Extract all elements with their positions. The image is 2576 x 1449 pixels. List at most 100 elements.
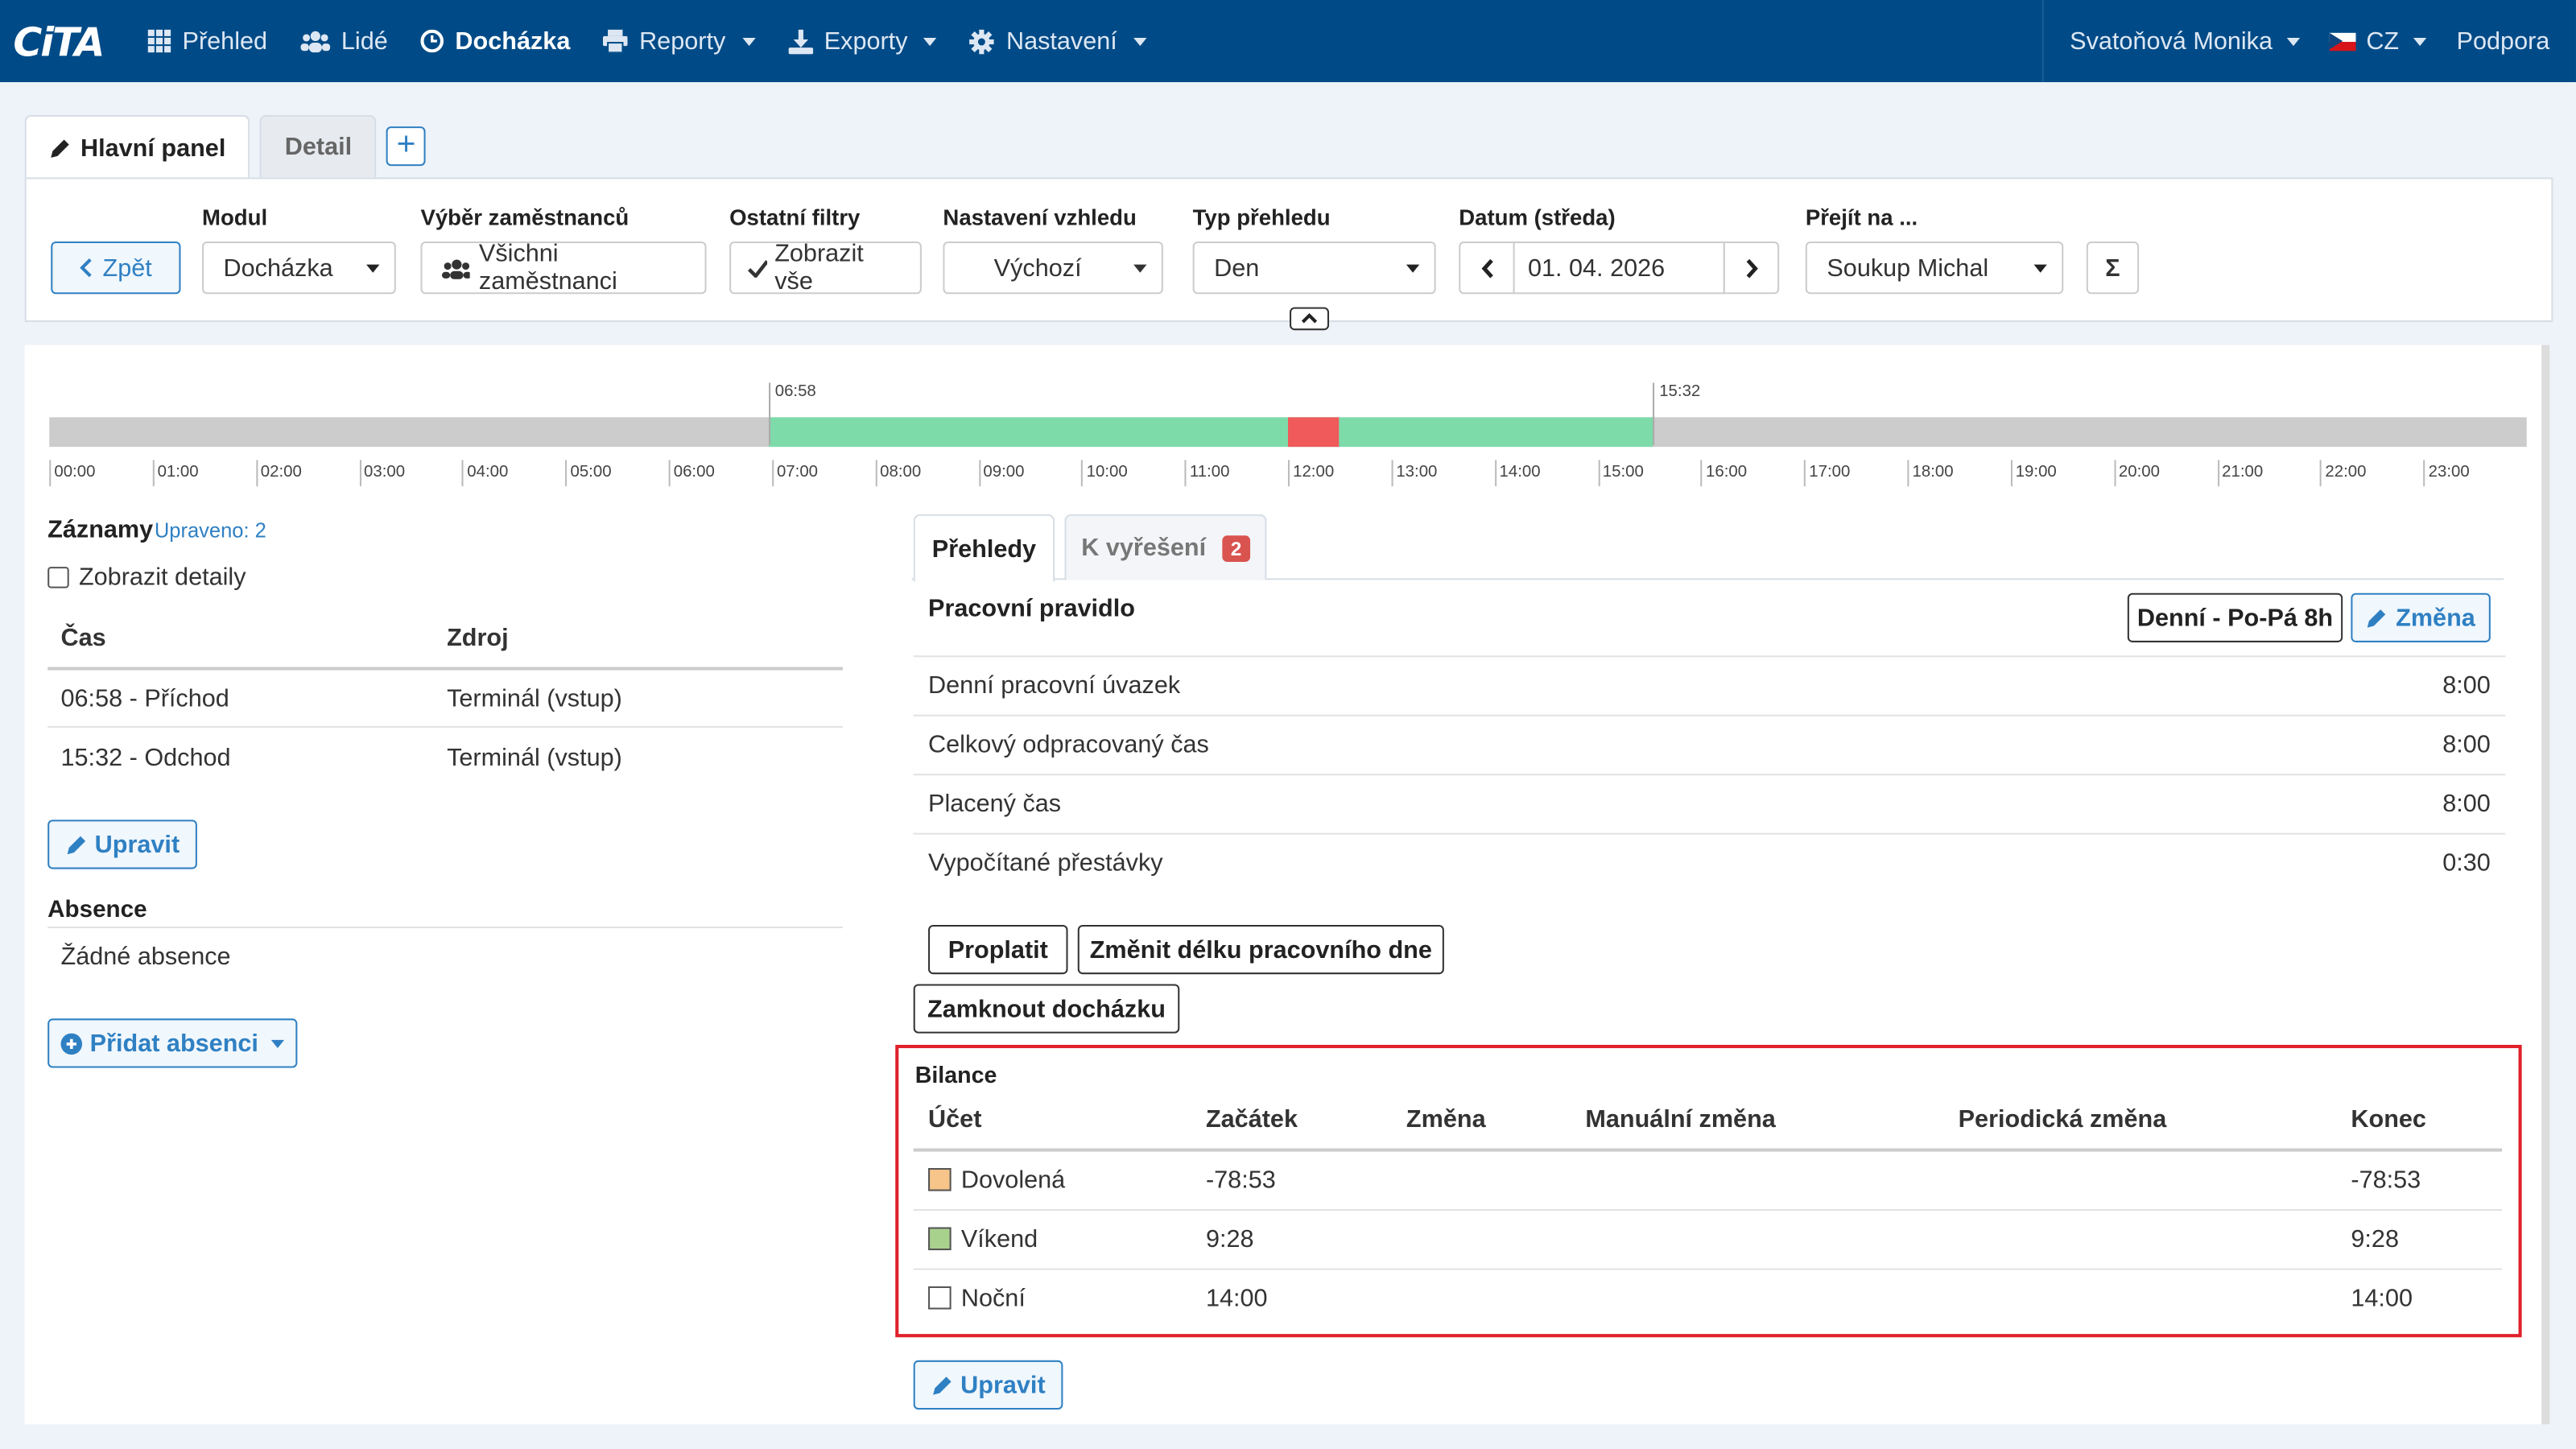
timeline-hour-tick: 23:00: [2423, 460, 2470, 487]
nav-item-exporty[interactable]: Exporty: [787, 27, 938, 56]
show-details-checkbox[interactable]: [47, 567, 69, 588]
balance-title: Bilance: [914, 1061, 997, 1088]
change-day-length-button[interactable]: Změnit délku pracovního dne: [1077, 924, 1444, 975]
timeline-end-label: 15:32: [1659, 382, 1701, 401]
tab-label: Hlavní panel: [80, 134, 226, 163]
timeline-hour-tick: 05:00: [565, 460, 612, 487]
chevron-down-icon: [741, 36, 756, 46]
content-area: 06:58 15:32 00:00 01:00 02:00 03:00 04:00 05:…: [24, 345, 2550, 1425]
other-filters-button[interactable]: Zobrazit vše: [729, 240, 922, 295]
timeline-hour-tick: 10:00: [1081, 460, 1128, 487]
lock-attendance-button[interactable]: Zamknout docházku: [913, 984, 1180, 1034]
module-select[interactable]: Docházka: [202, 241, 396, 295]
unresolved-count-badge: 2: [1222, 535, 1250, 561]
chevron-down-icon: [271, 1038, 285, 1048]
edit-records-button[interactable]: Upravit: [47, 819, 197, 869]
tab-main-panel[interactable]: Hlavní panel: [24, 114, 250, 181]
balance-end: 14:00: [2351, 1284, 2413, 1313]
pencil-icon: [2368, 609, 2386, 627]
chevron-left-icon: [80, 258, 93, 278]
pencil-icon: [51, 139, 69, 158]
timeline-hour-tick: 22:00: [2320, 460, 2366, 487]
app-logo[interactable]: CiTA: [13, 19, 105, 65]
panel-tabs: Hlavní panel Detail +: [24, 114, 427, 181]
download-icon: [787, 28, 813, 54]
employees-button[interactable]: Všichni zaměstnanci: [420, 240, 707, 295]
col-time-header: Čas: [60, 624, 106, 653]
top-navbar: CiTA Přehled Lidé Docházka Reporty Expor…: [0, 0, 2576, 83]
balance-col-manual: Manuální změna: [1585, 1105, 1776, 1134]
work-rule-button[interactable]: Denní - Po-Pá 8h: [2127, 592, 2343, 642]
timeline-start-marker: 06:58: [768, 382, 816, 446]
collapse-filters-button[interactable]: [1290, 307, 1330, 331]
date-input[interactable]: 01. 04. 2026: [1513, 241, 1725, 295]
tab-to-resolve[interactable]: K vyřešení 2: [1064, 514, 1267, 580]
nav-item-dochazka[interactable]: Docházka: [420, 27, 570, 55]
divider: [913, 655, 2506, 658]
sum-button[interactable]: Σ: [2086, 241, 2140, 295]
tab-detail[interactable]: Detail: [260, 114, 377, 178]
stat-label: Vypočítané přestávky: [928, 849, 1163, 877]
goto-value: Soukup Michal: [1827, 254, 1989, 282]
language-menu[interactable]: CZ: [2326, 0, 2453, 82]
balance-end: -78:53: [2351, 1166, 2421, 1195]
plus-circle-icon: [60, 1032, 82, 1055]
stat-value: 0:30: [2442, 849, 2491, 877]
pay-out-button[interactable]: Proplatit: [928, 924, 1068, 975]
record-source: Terminál (vstup): [447, 685, 622, 713]
nav-label: Exporty: [824, 27, 908, 56]
nav-item-nastaveni[interactable]: Nastavení: [970, 27, 1147, 55]
add-absence-button[interactable]: Přidat absenci: [47, 1018, 298, 1068]
divider: [47, 667, 843, 671]
divider: [47, 726, 843, 729]
pencil-icon: [932, 1376, 951, 1394]
timeline-work-segment: [768, 417, 1653, 448]
previous-day-button[interactable]: [1459, 241, 1515, 295]
stat-label: Placený čas: [928, 790, 1062, 819]
divider: [913, 1209, 2503, 1212]
nav-item-prehled[interactable]: Přehled: [147, 27, 267, 55]
balance-col-start: Začátek: [1205, 1105, 1298, 1134]
nav-item-lide[interactable]: Lidé: [299, 27, 388, 55]
scrollbar[interactable]: [2541, 345, 2550, 1425]
nav-label: Reporty: [639, 27, 726, 56]
balance-col-end: Konec: [2351, 1105, 2426, 1134]
edit-balance-button[interactable]: Upravit: [913, 1360, 1063, 1410]
col-source-header: Zdroj: [447, 624, 509, 653]
account-color-swatch: [928, 1168, 952, 1191]
other-filters-label: Ostatní filtry: [729, 205, 861, 230]
users-icon: [299, 31, 330, 53]
edit-label: Upravit: [960, 1371, 1046, 1399]
filter-panel: Zpět Modul Docházka Výběr zaměstnanců Vš…: [24, 177, 2553, 331]
records-modified-link[interactable]: Upraveno: 2: [155, 519, 266, 543]
account-color-swatch: [928, 1227, 952, 1251]
overview-type-label: Typ přehledu: [1192, 205, 1331, 230]
timeline-hour-tick: 13:00: [1391, 460, 1437, 487]
timeline-hour-tick: 17:00: [1804, 460, 1850, 487]
timeline-hour-tick: 01:00: [152, 460, 199, 487]
balance-highlight-box: [895, 1044, 2522, 1338]
back-button[interactable]: Zpět: [51, 241, 181, 295]
dropdown-arrow-icon: [366, 264, 380, 273]
edit-label: Upravit: [94, 830, 180, 859]
nav-item-reporty[interactable]: Reporty: [603, 27, 756, 56]
balance-account: Noční: [960, 1284, 1026, 1313]
change-label: Změna: [2396, 603, 2475, 632]
change-rule-button[interactable]: Změna: [2351, 592, 2491, 642]
user-menu[interactable]: Svatoňová Monika: [2041, 0, 2326, 83]
view-settings-select[interactable]: Výchozí: [943, 241, 1163, 295]
timeline-bar: [49, 417, 2527, 448]
stat-value: 8:00: [2442, 790, 2491, 819]
chevron-down-icon: [2413, 36, 2427, 46]
next-day-button[interactable]: [1723, 241, 1780, 295]
support-link[interactable]: Podpora: [2453, 0, 2575, 82]
back-label: Zpět: [102, 254, 152, 282]
goto-select[interactable]: Soukup Michal: [1805, 241, 2064, 295]
overview-type-select[interactable]: Den: [1192, 241, 1436, 295]
record-time: 06:58 - Příchod: [60, 685, 229, 713]
balance-start: -78:53: [1205, 1166, 1276, 1195]
module-value: Docházka: [223, 254, 333, 282]
date-label: Datum (středa): [1459, 205, 1616, 230]
add-tab-button[interactable]: +: [386, 126, 427, 167]
tab-overviews[interactable]: Přehledy: [913, 514, 1055, 582]
